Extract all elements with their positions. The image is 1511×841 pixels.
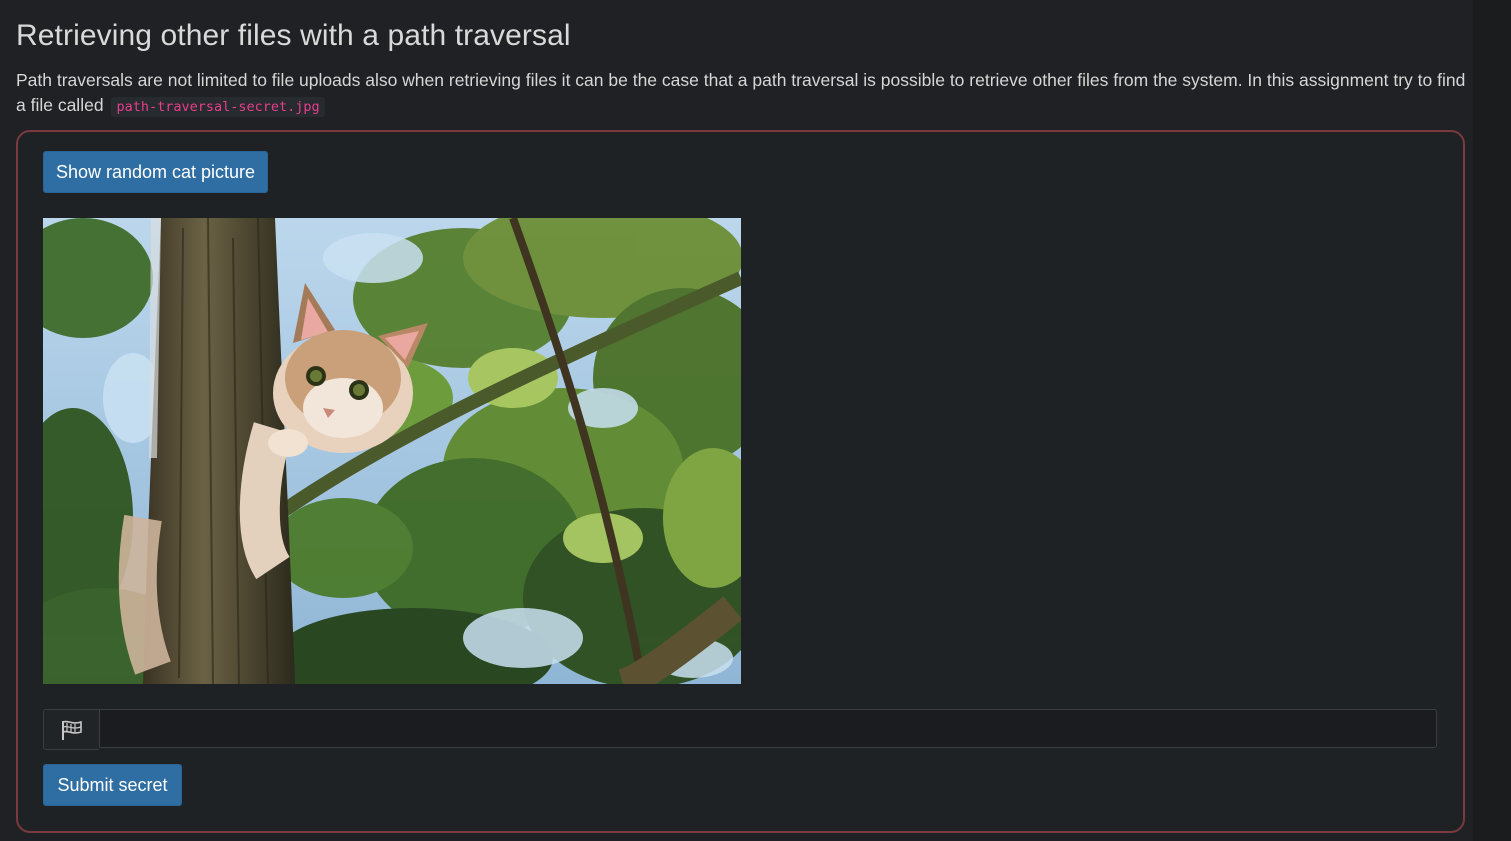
cat-picture (43, 218, 741, 684)
secret-input-group (43, 709, 1437, 750)
assignment-panel: Show random cat picture Submit secret (16, 130, 1465, 833)
flag-icon (43, 709, 99, 750)
secret-input[interactable] (99, 709, 1437, 748)
page-scroll-gutter (1473, 0, 1511, 841)
show-random-cat-button[interactable]: Show random cat picture (43, 151, 268, 193)
submit-secret-button[interactable]: Submit secret (43, 764, 182, 806)
page: Retrieving other files with a path trave… (0, 0, 1473, 841)
page-title: Retrieving other files with a path trave… (16, 19, 571, 52)
assignment-description: Path traversals are not limited to file … (16, 68, 1471, 120)
secret-filename-code: path-traversal-secret.jpg (111, 97, 325, 117)
